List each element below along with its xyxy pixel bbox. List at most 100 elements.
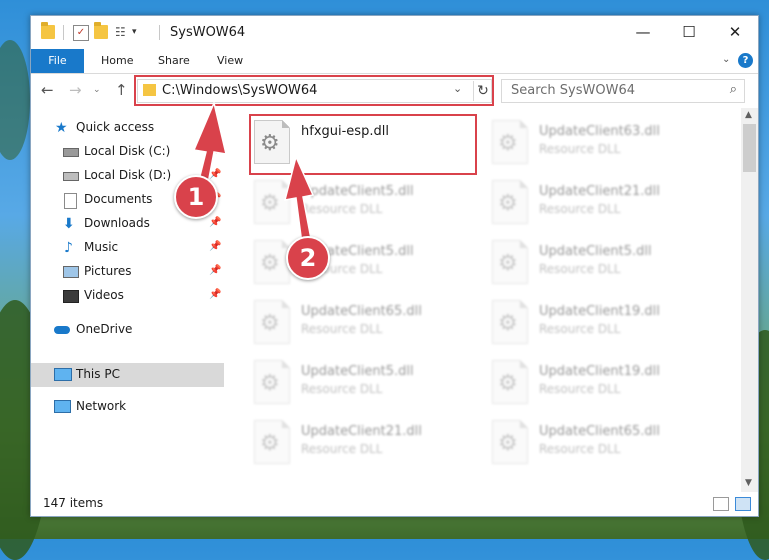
dll-file-icon: ⚙ — [492, 360, 528, 404]
recent-locations-chevron-icon[interactable]: ⌄ — [93, 85, 101, 95]
file-tile[interactable]: ⚙ UpdateClient21.dll Resource DLL — [492, 180, 732, 234]
folder-icon — [41, 22, 55, 39]
step-2-callout: 2 — [286, 236, 330, 280]
tab-file[interactable]: File — [31, 49, 84, 73]
music-icon: ♪ — [64, 240, 73, 256]
new-folder-icon[interactable] — [94, 22, 108, 39]
file-name: UpdateClient65.dll — [539, 424, 660, 439]
sidebar-item-quick-access[interactable]: ★ Quick access — [31, 116, 224, 140]
dll-file-icon: ⚙ — [254, 360, 290, 404]
sidebar-item-label: Pictures — [84, 264, 132, 278]
sidebar-item-onedrive[interactable]: OneDrive — [31, 318, 224, 342]
tab-view[interactable]: View — [217, 49, 243, 73]
file-name: UpdateClient19.dll — [539, 304, 660, 319]
details-view-icon[interactable] — [713, 497, 729, 511]
file-tile[interactable]: ⚙ UpdateClient5.dll Resource DLL — [254, 180, 494, 234]
drive-icon — [63, 172, 79, 181]
file-type: Resource DLL — [301, 442, 383, 456]
tab-home[interactable]: Home — [101, 49, 133, 73]
file-type: Resource DLL — [539, 202, 621, 216]
help-icon[interactable]: ? — [738, 53, 753, 68]
file-name: UpdateClient65.dll — [301, 304, 422, 319]
vertical-scrollbar[interactable]: ▲ ▼ — [741, 108, 758, 492]
address-bar-highlight — [134, 75, 494, 106]
ribbon: File Home Share View ⌄ ? — [31, 49, 758, 74]
file-name: UpdateClient5.dll — [539, 244, 652, 259]
documents-icon — [64, 193, 77, 209]
dll-file-icon: ⚙ — [254, 180, 290, 224]
sidebar-item-videos[interactable]: Videos 📌 — [31, 284, 224, 308]
file-tile[interactable]: ⚙ UpdateClient5.dll Resource DLL — [254, 360, 494, 414]
expand-ribbon-chevron-icon[interactable]: ⌄ — [722, 54, 730, 65]
up-arrow-icon[interactable]: ↑ — [115, 81, 128, 99]
search-icon[interactable]: ⌕ — [730, 82, 737, 97]
file-type: Resource DLL — [539, 262, 621, 276]
sidebar-item-label: Local Disk (C:) — [84, 144, 171, 158]
status-bar: 147 items — [31, 492, 758, 516]
search-placeholder: Search SysWOW64 — [511, 83, 635, 98]
sidebar-item-local-disk-c[interactable]: Local Disk (C:) 📌 — [31, 140, 224, 164]
scrollbar-thumb[interactable] — [743, 124, 756, 172]
navigation-pane: ★ Quick access Local Disk (C:) 📌 Local D… — [31, 108, 227, 492]
item-count: 147 items — [43, 496, 104, 510]
sidebar-item-label: Local Disk (D:) — [84, 168, 172, 182]
sidebar-item-label: Network — [76, 399, 127, 413]
file-type: Resource DLL — [301, 322, 383, 336]
pin-icon[interactable]: 📌 — [209, 289, 221, 300]
file-tile[interactable]: ⚙ UpdateClient21.dll Resource DLL — [254, 420, 494, 474]
file-name: UpdateClient5.dll — [301, 364, 414, 379]
chevron-down-icon[interactable]: ▾ — [132, 25, 146, 39]
file-name: UpdateClient19.dll — [539, 364, 660, 379]
scroll-up-arrow-icon[interactable]: ▲ — [745, 110, 752, 120]
file-tile[interactable]: ⚙ UpdateClient65.dll Resource DLL — [254, 300, 494, 354]
large-icons-view-icon[interactable] — [735, 497, 751, 511]
properties-icon[interactable]: ✓ — [73, 25, 89, 41]
cloud-icon — [54, 326, 70, 334]
pin-icon[interactable]: 📌 — [209, 145, 221, 156]
file-tile[interactable]: ⚙ UpdateClient19.dll Resource DLL — [492, 360, 732, 414]
tab-share[interactable]: Share — [158, 49, 190, 73]
search-input[interactable]: Search SysWOW64 ⌕ — [501, 79, 745, 103]
sidebar-item-label: Quick access — [76, 120, 155, 134]
file-type: Resource DLL — [301, 202, 383, 216]
sidebar-item-pictures[interactable]: Pictures 📌 — [31, 260, 224, 284]
pin-icon[interactable]: 📌 — [209, 241, 221, 252]
file-type: Resource DLL — [539, 322, 621, 336]
file-type: Resource DLL — [539, 442, 621, 456]
dll-file-icon: ⚙ — [254, 240, 290, 284]
file-tile[interactable]: ⚙ UpdateClient19.dll Resource DLL — [492, 300, 732, 354]
pin-icon[interactable]: 📌 — [209, 169, 221, 180]
sidebar-item-label: Music — [84, 240, 119, 254]
sidebar-item-music[interactable]: ♪ Music 📌 — [31, 236, 224, 260]
pin-icon[interactable]: 📌 — [209, 217, 221, 228]
sidebar-item-network[interactable]: Network — [31, 395, 224, 419]
file-tile[interactable]: ⚙ UpdateClient5.dll Resource DLL — [492, 240, 732, 294]
file-tile[interactable]: ⚙ UpdateClient63.dll Resource DLL — [492, 120, 732, 174]
window-title: SysWOW64 — [170, 25, 246, 40]
scroll-down-arrow-icon[interactable]: ▼ — [745, 478, 752, 488]
sidebar-item-label: Downloads — [84, 216, 150, 230]
forward-arrow-icon[interactable]: → — [69, 81, 82, 99]
star-icon: ★ — [55, 120, 68, 136]
file-tile[interactable]: ⚙ UpdateClient65.dll Resource DLL — [492, 420, 732, 474]
sidebar-item-label: Videos — [84, 288, 124, 302]
drive-icon — [63, 148, 79, 157]
file-highlight — [249, 114, 477, 175]
dll-file-icon: ⚙ — [492, 120, 528, 164]
back-arrow-icon[interactable]: ← — [41, 81, 54, 99]
download-icon: ⬇ — [63, 216, 75, 232]
file-name: UpdateClient21.dll — [301, 424, 422, 439]
maximize-button[interactable]: ☐ — [666, 16, 712, 49]
background-tree — [0, 40, 30, 160]
customize-quick-access-icon[interactable]: ☷ — [115, 25, 129, 39]
minimize-button[interactable]: — — [620, 16, 666, 49]
dll-file-icon: ⚙ — [492, 180, 528, 224]
computer-icon — [54, 368, 72, 381]
pin-icon[interactable]: 📌 — [209, 265, 221, 276]
close-button[interactable]: ✕ — [712, 16, 758, 49]
sidebar-item-label: This PC — [76, 367, 120, 381]
dll-file-icon: ⚙ — [492, 240, 528, 284]
title-bar: ✓ ☷ ▾ SysWOW64 — ☐ ✕ — [31, 16, 758, 49]
dll-file-icon: ⚙ — [254, 420, 290, 464]
sidebar-item-this-pc[interactable]: This PC — [31, 363, 224, 387]
